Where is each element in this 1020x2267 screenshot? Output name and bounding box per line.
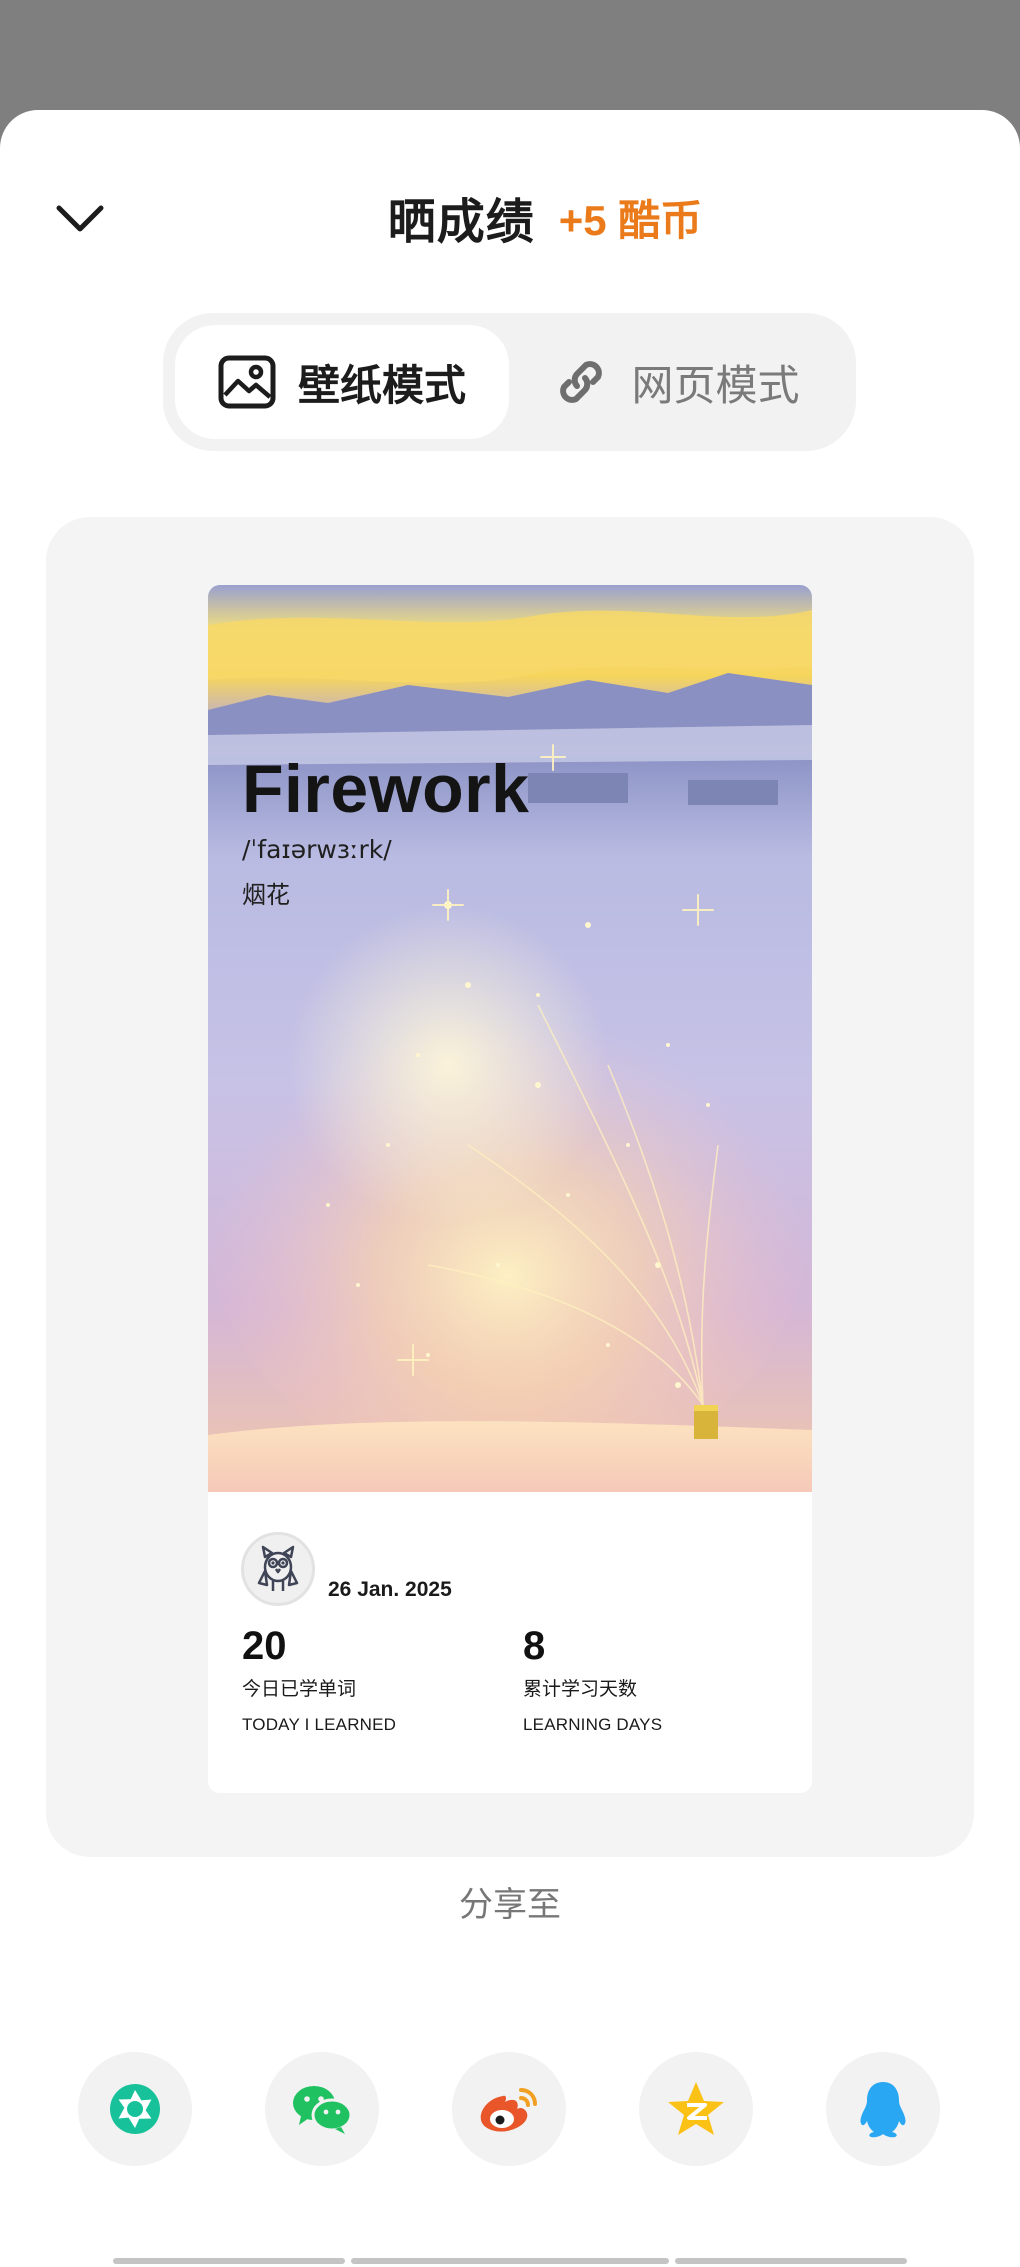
reward-badge: +5 酷币 [558,196,703,244]
scroll-indicator [675,2258,907,2264]
stat-label-en: TODAY I LEARNED [242,1715,397,1734]
stat-label-cn: 累计学习天数 [523,1679,638,1700]
mode-switch: 壁纸模式 网页模式 [163,313,856,451]
scroll-indicator [113,2258,345,2264]
stat-label-en: LEARNING DAYS [523,1715,663,1734]
tab-webpage-mode[interactable]: 网页模式 [509,325,844,439]
qq-penguin-icon [860,2082,906,2138]
firework-photo [208,585,812,1492]
header: 晒成绩 +5 酷币 [0,182,1020,252]
camera-shutter-icon [110,2084,160,2134]
weibo-icon [480,2088,537,2132]
wechat-icon [293,2086,353,2134]
link-icon [560,361,603,403]
tab-webpage-label: 网页模式 [631,361,800,409]
preview-panel: Firework /ˈfaɪərwɜːrk/ 烟花 26 Jan. 2025 2… [46,517,974,1857]
share-label: 分享至 [459,1886,561,1924]
stats-section: 26 Jan. 2025 20 今日已学单词 TODAY I LEARNED 8… [208,1492,812,1793]
share-qzone-button[interactable] [639,2052,753,2166]
word-meaning: 烟花 [242,882,290,909]
qzone-star-icon [668,2082,724,2135]
owl-avatar-icon [257,1545,299,1591]
share-sheet: 晒成绩 +5 酷币 壁纸模式 网页模式 Firework /ˈfaɪərwɜːr… [0,110,1020,2267]
word-phonetic: /ˈfaɪərwɜːrk/ [242,835,392,864]
word-title: Firework [242,751,530,827]
wallpaper-card: Firework /ˈfaɪərwɜːrk/ 烟花 26 Jan. 2025 2… [208,585,812,1793]
share-qq-button[interactable] [826,2052,940,2166]
tab-wallpaper-label: 壁纸模式 [297,361,466,409]
share-moments-button[interactable] [78,2052,192,2166]
scroll-indicator [351,2258,669,2264]
stat-value: 8 [523,1624,546,1668]
stat-learning-days: 8 累计学习天数 LEARNING DAYS [523,1622,662,1735]
page-title: 晒成绩 [387,196,535,249]
stat-value: 20 [242,1624,287,1668]
image-icon [218,355,276,409]
share-wechat-button[interactable] [265,2052,379,2166]
stat-label-cn: 今日已学单词 [242,1679,357,1700]
tab-wallpaper-mode[interactable]: 壁纸模式 [175,325,509,439]
avatar [241,1532,315,1606]
stat-today-learned: 20 今日已学单词 TODAY I LEARNED [242,1622,396,1735]
share-weibo-button[interactable] [452,2052,566,2166]
study-date: 26 Jan. 2025 [328,1578,452,1601]
